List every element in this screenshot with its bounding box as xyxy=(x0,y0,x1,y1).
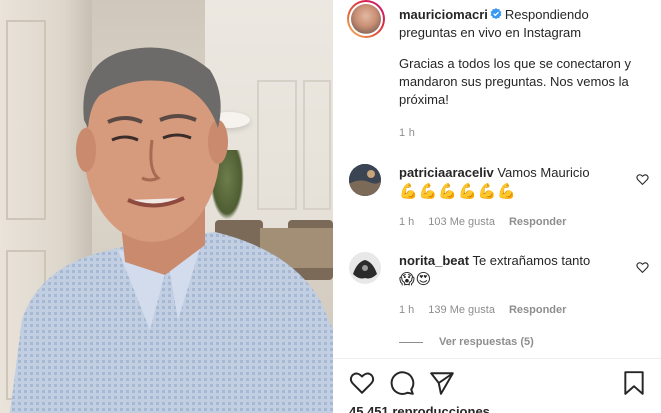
comment-username[interactable]: patriciaaraceliv xyxy=(399,165,494,180)
bookmark-icon[interactable] xyxy=(621,370,647,396)
comment-username[interactable]: norita_beat xyxy=(399,253,469,268)
view-replies-line xyxy=(399,341,423,343)
author-username[interactable]: mauriciomacri xyxy=(399,7,488,22)
comment-reply-button[interactable]: Responder xyxy=(509,216,566,228)
author-avatar-image xyxy=(351,4,381,34)
commenter-avatar[interactable] xyxy=(349,252,381,284)
share-icon[interactable] xyxy=(429,370,455,396)
comment-icon[interactable] xyxy=(389,370,415,396)
view-replies-button[interactable]: Ver respuestas (5) xyxy=(399,336,534,348)
comment-emoji: 💪💪💪💪💪💪 xyxy=(399,182,518,200)
post-body: Gracias a todos los que se conectaron y … xyxy=(399,56,631,107)
comment-emoji: 😱😍 xyxy=(399,270,433,288)
comment-text: Te extrañamos tanto xyxy=(472,253,591,268)
view-replies-label: Ver respuestas (5) xyxy=(439,336,534,348)
divider xyxy=(333,358,661,359)
post-timestamp[interactable]: 1 h xyxy=(399,127,415,139)
comment-time[interactable]: 1 h xyxy=(399,216,414,228)
verified-badge-icon xyxy=(490,8,502,20)
action-bar xyxy=(349,370,647,398)
post-side-panel: mauriciomacri Respondiendo preguntas en v… xyxy=(333,0,661,413)
person xyxy=(0,0,333,413)
views-count[interactable]: 45.451 reproducciones xyxy=(349,404,490,413)
comment-reply-button[interactable]: Responder xyxy=(509,304,566,316)
post-caption: mauriciomacri Respondiendo preguntas en v… xyxy=(399,6,649,109)
comment-meta: 1 h 103 Me gusta Responder xyxy=(399,216,580,228)
comment-like-heart-icon[interactable] xyxy=(636,173,649,186)
comment-likes[interactable]: 103 Me gusta xyxy=(428,216,495,228)
comment-likes[interactable]: 139 Me gusta xyxy=(428,304,495,316)
video-frame[interactable] xyxy=(0,0,333,413)
commenter-avatar[interactable] xyxy=(349,164,381,196)
comment-like-heart-icon[interactable] xyxy=(636,261,649,274)
comment-text: Vamos Mauricio xyxy=(497,165,590,180)
comment-time[interactable]: 1 h xyxy=(399,304,414,316)
heart-icon[interactable] xyxy=(349,370,375,396)
author-avatar[interactable] xyxy=(347,0,385,38)
comment-meta: 1 h 139 Me gusta Responder xyxy=(399,304,580,316)
